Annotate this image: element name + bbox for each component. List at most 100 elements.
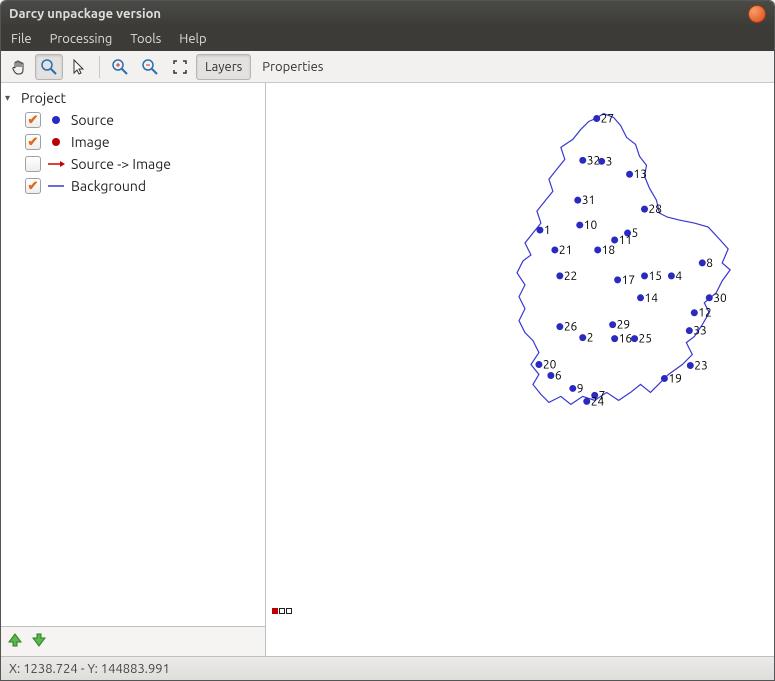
data-point[interactable]: [576, 222, 583, 229]
data-point[interactable]: [641, 206, 648, 213]
data-point-label: 5: [632, 227, 639, 240]
data-point[interactable]: [556, 272, 563, 279]
data-point-label: 4: [675, 270, 682, 283]
dot-blue-icon: [47, 115, 65, 125]
data-point[interactable]: [556, 323, 563, 330]
data-point-label: 33: [693, 325, 706, 338]
data-point[interactable]: [631, 335, 638, 342]
data-point[interactable]: [641, 272, 648, 279]
move-up-button[interactable]: [7, 632, 23, 652]
data-point[interactable]: [687, 362, 694, 369]
toolbar: Layers Properties: [1, 51, 774, 83]
properties-toggle-button[interactable]: Properties: [253, 54, 332, 80]
data-point[interactable]: [547, 372, 554, 379]
data-point-label: 18: [602, 244, 615, 257]
tree-item-label: Source -> Image: [71, 156, 171, 172]
toolbar-separator: [99, 56, 100, 78]
checkbox[interactable]: [25, 112, 41, 128]
titlebar: Darcy unpackage version: [1, 1, 774, 27]
checkbox[interactable]: [25, 156, 41, 172]
arrow-red-icon: [47, 159, 65, 169]
data-point-label: 26: [564, 321, 578, 334]
data-point[interactable]: [574, 197, 581, 204]
zoom-in-icon: [111, 58, 129, 76]
data-point-label: 11: [619, 234, 632, 247]
data-point[interactable]: [551, 246, 558, 253]
data-point[interactable]: [569, 385, 576, 392]
tree-item-label: Image: [71, 134, 110, 150]
data-point[interactable]: [668, 272, 675, 279]
data-point-label: 31: [582, 194, 595, 207]
dot-red-icon: [47, 137, 65, 147]
data-point-label: 12: [698, 307, 711, 320]
map-svg: 1234567891011121314151617181920212223242…: [266, 83, 774, 656]
data-point-label: 2: [587, 332, 594, 345]
twisty-icon[interactable]: ▾: [5, 92, 15, 104]
menubar: File Processing Tools Help: [1, 27, 774, 51]
menu-file[interactable]: File: [5, 30, 38, 48]
checkbox[interactable]: [25, 178, 41, 194]
data-point-label: 17: [622, 274, 635, 287]
data-point[interactable]: [637, 294, 644, 301]
zoom-out-button[interactable]: [136, 54, 164, 80]
layer-tree[interactable]: ▾ Project Source Image Source -> Image: [1, 83, 265, 626]
data-point[interactable]: [626, 171, 633, 178]
extent-icon: [171, 58, 189, 76]
data-point[interactable]: [536, 227, 543, 234]
tree-item[interactable]: Background: [5, 175, 261, 197]
data-point-label: 13: [634, 168, 647, 181]
data-point[interactable]: [594, 246, 601, 253]
checkbox[interactable]: [25, 134, 41, 150]
data-point-label: 21: [559, 244, 572, 257]
tree-item[interactable]: Image: [5, 131, 261, 153]
data-point-label: 24: [591, 395, 605, 408]
data-point[interactable]: [579, 334, 586, 341]
data-point-label: 15: [648, 270, 661, 283]
inset-widget[interactable]: [272, 608, 292, 614]
data-point-label: 23: [694, 360, 707, 373]
cursor-icon: [70, 58, 88, 76]
data-point[interactable]: [579, 157, 586, 164]
menu-processing[interactable]: Processing: [44, 30, 119, 48]
menu-tools[interactable]: Tools: [124, 30, 167, 48]
data-point-label: 28: [648, 203, 661, 216]
select-tool-button[interactable]: [65, 54, 93, 80]
close-icon[interactable]: [748, 5, 766, 23]
data-point-label: 14: [645, 292, 659, 305]
data-point-label: 30: [713, 292, 727, 305]
data-point[interactable]: [611, 335, 618, 342]
data-point[interactable]: [691, 309, 698, 316]
data-point[interactable]: [614, 276, 621, 283]
inset-square-icon: [279, 608, 285, 614]
data-point[interactable]: [706, 294, 713, 301]
zoom-in-button[interactable]: [106, 54, 134, 80]
move-down-button[interactable]: [31, 632, 47, 652]
coord-readout: X: 1238.724 - Y: 144883.991: [9, 662, 170, 676]
data-point[interactable]: [583, 398, 590, 405]
data-point[interactable]: [535, 361, 542, 368]
data-point-label: 3: [606, 155, 613, 168]
data-point-label: 27: [601, 112, 614, 125]
data-point[interactable]: [699, 259, 706, 266]
pan-tool-button[interactable]: [5, 54, 33, 80]
hand-icon: [10, 58, 28, 76]
layers-toggle-button[interactable]: Layers: [196, 54, 251, 80]
line-blue-icon: [47, 181, 65, 191]
inset-square-icon: [286, 608, 292, 614]
data-point[interactable]: [611, 237, 618, 244]
data-point[interactable]: [661, 375, 668, 382]
data-point-label: 29: [617, 319, 630, 332]
zoom-extent-button[interactable]: [166, 54, 194, 80]
tree-item[interactable]: Source: [5, 109, 261, 131]
data-point[interactable]: [686, 327, 693, 334]
map-canvas[interactable]: 1234567891011121314151617181920212223242…: [266, 83, 774, 656]
layer-order-controls: [1, 626, 265, 656]
inset-red-icon: [272, 608, 278, 614]
data-point-label: 1: [544, 224, 551, 237]
data-point[interactable]: [609, 321, 616, 328]
tree-item[interactable]: Source -> Image: [5, 153, 261, 175]
menu-help[interactable]: Help: [173, 30, 212, 48]
data-point[interactable]: [593, 115, 600, 122]
tree-root[interactable]: ▾ Project: [5, 87, 261, 109]
zoom-tool-button[interactable]: [35, 54, 63, 80]
